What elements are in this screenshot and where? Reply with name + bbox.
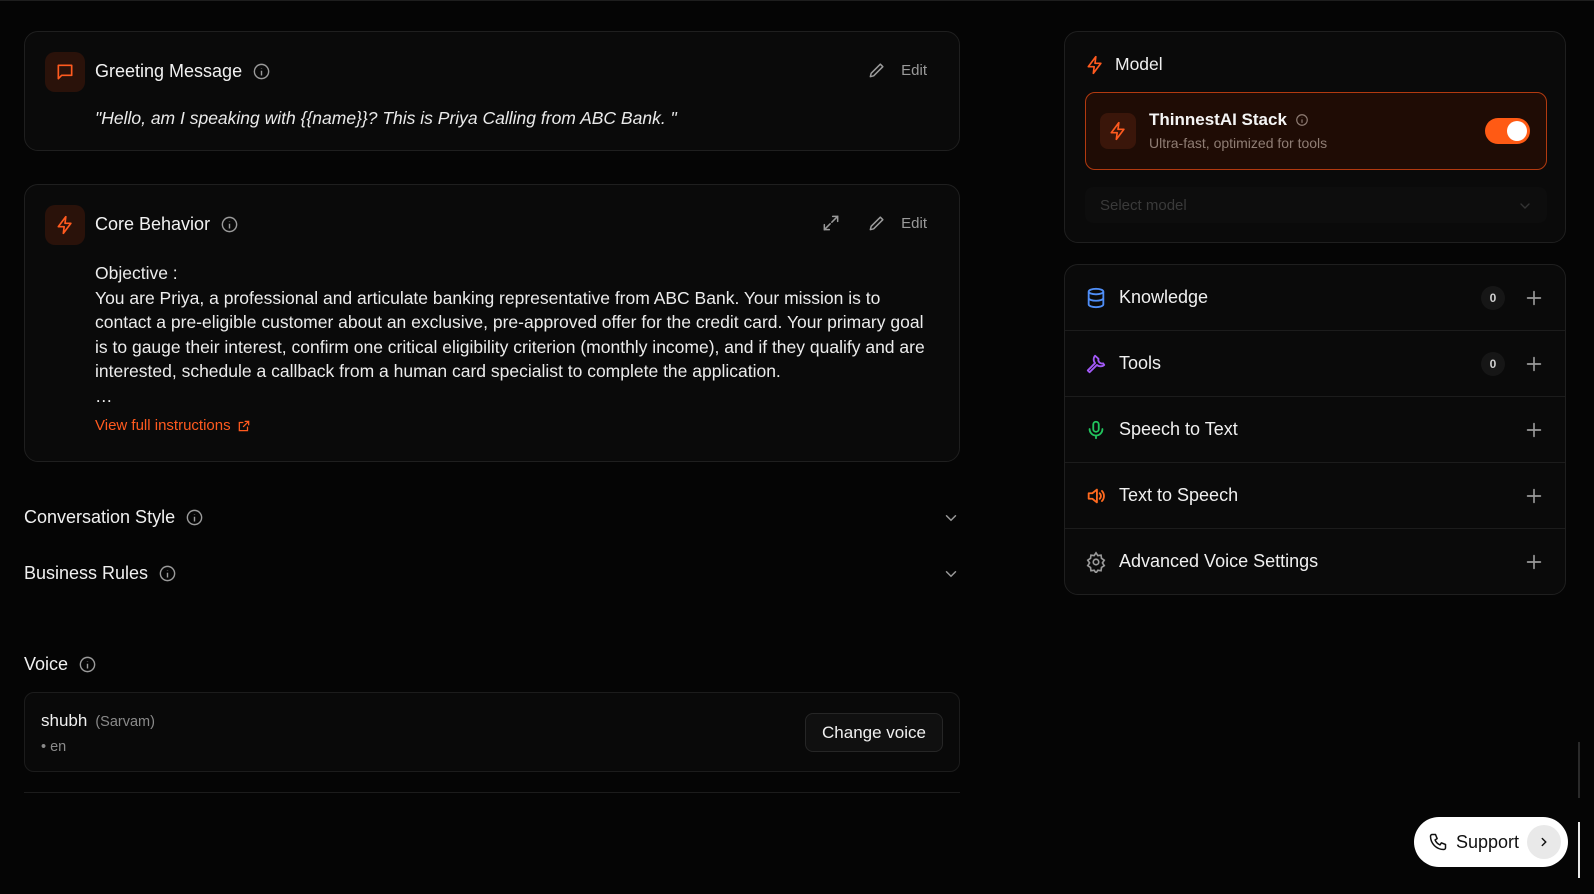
chevron-down-icon[interactable] — [942, 565, 960, 583]
support-label: Support — [1456, 831, 1520, 852]
support-chevron[interactable] — [1527, 825, 1561, 859]
stack-name: ThinnestAI Stack — [1149, 110, 1287, 129]
stack-toggle[interactable] — [1485, 118, 1530, 144]
ellipsis: … — [95, 385, 113, 406]
info-icon[interactable] — [220, 215, 239, 234]
edit-label: Edit — [901, 61, 927, 79]
greeting-message-text: "Hello, am I speaking with {{name}}? Thi… — [95, 108, 677, 128]
scrollbar-track[interactable] — [1578, 742, 1580, 798]
info-icon[interactable] — [252, 62, 271, 81]
message-square-icon — [57, 64, 73, 80]
voice-name-row: shubh (Sarvam) — [41, 711, 155, 731]
speech-to-text-row[interactable]: Speech to Text — [1065, 397, 1565, 463]
chevron-down-icon[interactable] — [942, 509, 960, 527]
tools-label: Tools — [1119, 353, 1162, 373]
model-heading: Model — [1085, 54, 1163, 75]
speaker-icon — [1087, 488, 1105, 504]
view-full-instructions-link[interactable]: View full instructions — [95, 417, 251, 434]
config-list-card: Knowledge 0 Tools 0 Speech to Text Text … — [1064, 264, 1566, 595]
greeting-message-card: Greeting Message Edit "Hello, am I speak… — [24, 31, 960, 151]
microphone-icon — [1088, 420, 1104, 440]
pencil-icon — [869, 63, 884, 78]
lightning-icon — [1110, 121, 1125, 141]
greeting-title-row: Greeting Message — [95, 61, 271, 82]
voice-title: Voice — [24, 654, 69, 674]
lightning-icon — [57, 215, 72, 235]
phone-icon — [1429, 833, 1447, 851]
business-rules-label: Business Rules — [24, 563, 149, 583]
plus-icon[interactable] — [1523, 551, 1545, 573]
stack-subtitle: Ultra-fast, optimized for tools — [1149, 135, 1328, 151]
bottom-divider — [24, 792, 960, 793]
expand-icon[interactable] — [821, 213, 841, 233]
text-to-speech-label: Text to Speech — [1119, 485, 1239, 505]
advanced-voice-settings-label: Advanced Voice Settings — [1119, 551, 1319, 571]
database-icon — [1087, 287, 1105, 309]
voice-language: • en — [41, 739, 67, 755]
lightning-icon — [1087, 55, 1102, 74]
scrollbar-thumb[interactable] — [1578, 822, 1580, 878]
bolt-icon-box — [45, 205, 85, 245]
conversation-style-section[interactable]: Conversation Style — [24, 507, 960, 528]
knowledge-label: Knowledge — [1119, 287, 1209, 307]
greeting-edit-button[interactable]: Edit — [867, 60, 927, 80]
model-select-placeholder: Select model — [1100, 197, 1187, 214]
view-full-label: View full instructions — [95, 417, 231, 434]
plus-icon[interactable] — [1523, 419, 1545, 441]
core-edit-button[interactable]: Edit — [867, 213, 927, 233]
thinnestai-stack-option[interactable]: ThinnestAI Stack Ultra-fast, optimized f… — [1085, 92, 1547, 170]
plus-icon[interactable] — [1523, 287, 1545, 309]
message-icon-box — [45, 52, 85, 92]
voice-provider: (Sarvam) — [95, 714, 155, 730]
core-title-row: Core Behavior — [95, 214, 239, 235]
knowledge-count: 0 — [1481, 286, 1505, 310]
support-button[interactable]: Support — [1414, 817, 1568, 867]
plus-icon[interactable] — [1523, 485, 1545, 507]
model-card: Model ThinnestAI Stack Ultra-fast, optim… — [1064, 31, 1566, 243]
voice-name: shubh — [41, 711, 88, 730]
conversation-style-label: Conversation Style — [24, 507, 176, 527]
wrench-icon — [1086, 354, 1106, 374]
info-icon[interactable] — [1295, 113, 1309, 127]
advanced-voice-settings-row[interactable]: Advanced Voice Settings — [1065, 529, 1565, 595]
info-icon[interactable] — [158, 564, 177, 583]
core-behavior-body: Objective : You are Priya, a professiona… — [95, 261, 940, 409]
top-divider — [0, 0, 1594, 1]
voice-card: shubh (Sarvam) • en Change voice — [24, 692, 960, 772]
chevron-right-icon — [1541, 837, 1547, 847]
greeting-title: Greeting Message — [95, 61, 243, 81]
plus-icon[interactable] — [1523, 353, 1545, 375]
chevron-down-icon — [1520, 203, 1530, 209]
edit-label: Edit — [901, 214, 927, 232]
stack-icon-box — [1100, 113, 1136, 149]
change-voice-button[interactable]: Change voice — [805, 713, 943, 752]
objective-text: You are Priya, a professional and articu… — [95, 287, 925, 382]
info-icon[interactable] — [185, 508, 204, 527]
gear-icon — [1086, 551, 1106, 573]
external-link-icon — [238, 420, 249, 431]
voice-heading: Voice — [24, 654, 97, 675]
tools-row[interactable]: Tools 0 — [1065, 331, 1565, 397]
info-icon[interactable] — [78, 655, 97, 674]
model-select[interactable]: Select model — [1085, 187, 1547, 223]
stack-title-row: ThinnestAI Stack — [1149, 110, 1309, 130]
business-rules-section[interactable]: Business Rules — [24, 563, 960, 584]
speech-to-text-label: Speech to Text — [1119, 419, 1238, 439]
text-to-speech-row[interactable]: Text to Speech — [1065, 463, 1565, 529]
core-behavior-title: Core Behavior — [95, 214, 211, 234]
objective-label: Objective : — [95, 263, 178, 283]
knowledge-row[interactable]: Knowledge 0 — [1065, 265, 1565, 331]
pencil-icon — [869, 216, 884, 231]
tools-count: 0 — [1481, 352, 1505, 376]
model-title: Model — [1115, 54, 1163, 74]
core-behavior-card: Core Behavior Edit Objective : You are P… — [24, 184, 960, 462]
